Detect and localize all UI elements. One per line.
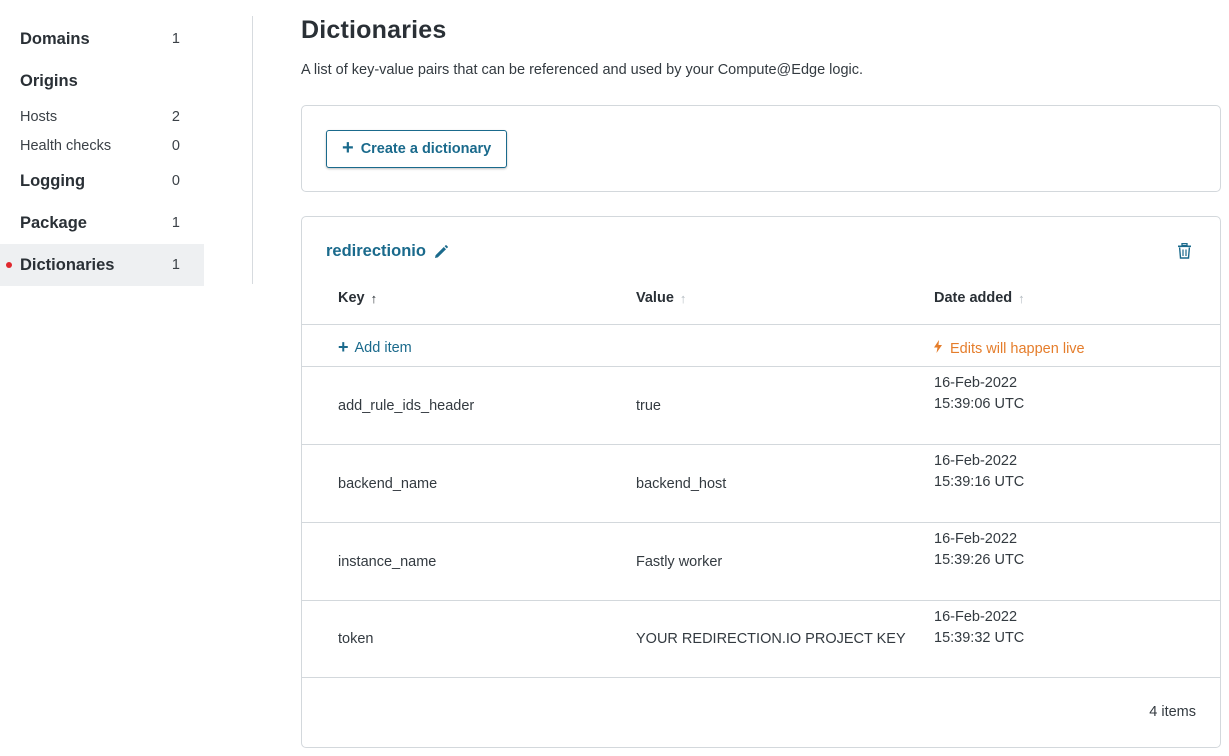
column-header-date-added[interactable]: Date added ↑ — [934, 290, 1025, 306]
sidebar-item-label: Logging — [20, 171, 86, 190]
edits-live-notice: Edits will happen live — [934, 340, 1085, 357]
date-text: 16-Feb-2022 — [934, 375, 1018, 391]
sidebar-item-count: 1 — [171, 215, 180, 231]
cell-key[interactable]: backend_name — [338, 476, 437, 492]
date-text: 16-Feb-2022 — [934, 531, 1018, 547]
plus-icon: + — [338, 337, 349, 357]
cell-date-added: 16-Feb-2022 15:39:26 UTC — [934, 529, 1024, 571]
row-divider — [302, 677, 1220, 678]
sidebar-item-count: 0 — [171, 173, 180, 189]
sidebar-item-label: Dictionaries — [20, 255, 115, 274]
cell-value[interactable]: YOUR REDIRECTION.IO PROJECT KEY — [636, 631, 906, 647]
create-dictionary-label: Create a dictionary — [360, 141, 492, 157]
sort-arrow-up-icon: ↑ — [370, 290, 378, 306]
row-divider — [302, 600, 1220, 601]
sidebar-item-package[interactable]: Package 1 — [0, 202, 204, 244]
cell-value[interactable]: true — [636, 398, 661, 414]
lightning-bolt-icon — [934, 340, 942, 357]
column-header-label: Date added — [934, 290, 1013, 306]
row-divider — [302, 522, 1220, 523]
dictionary-card: redirectionio Key ↑ Value ↑ Date added ↑… — [301, 216, 1221, 748]
time-text: 15:39:26 UTC — [934, 552, 1025, 568]
add-item-label: Add item — [354, 339, 412, 356]
sidebar-item-count: 1 — [171, 257, 180, 273]
column-header-label: Value — [636, 290, 674, 306]
sidebar-heading-origins: Origins — [20, 71, 78, 90]
items-count: 4 items — [1149, 704, 1196, 720]
page-description: A list of key-value pairs that can be re… — [301, 62, 864, 78]
column-header-value[interactable]: Value ↑ — [636, 290, 686, 306]
cell-date-added: 16-Feb-2022 15:39:32 UTC — [934, 607, 1024, 649]
create-dictionary-card: + Create a dictionary — [301, 105, 1221, 192]
cell-key[interactable]: add_rule_ids_header — [338, 398, 474, 414]
sidebar-item-domains[interactable]: Domains 1 — [0, 18, 204, 60]
cell-key[interactable]: instance_name — [338, 554, 436, 570]
sidebar-item-label: Package — [20, 213, 87, 232]
time-text: 15:39:06 UTC — [934, 396, 1025, 412]
trash-icon[interactable] — [1177, 243, 1192, 259]
dictionary-title: redirectionio — [326, 242, 448, 261]
sidebar-item-count: 2 — [171, 108, 180, 125]
sidebar-item-label: Hosts — [20, 108, 58, 125]
pencil-icon[interactable] — [434, 244, 448, 259]
page-title: Dictionaries — [301, 16, 447, 44]
sidebar-item-dictionaries[interactable]: Dictionaries 1 — [0, 244, 204, 286]
create-dictionary-button[interactable]: + Create a dictionary — [326, 130, 508, 168]
cell-date-added: 16-Feb-2022 15:39:06 UTC — [934, 373, 1024, 415]
time-text: 15:39:32 UTC — [934, 630, 1025, 646]
cell-date-added: 16-Feb-2022 15:39:16 UTC — [934, 451, 1024, 493]
sidebar-item-health-checks[interactable]: Health checks 0 — [0, 131, 204, 160]
sort-arrow-up-icon: ↑ — [679, 290, 687, 306]
column-header-label: Key — [338, 290, 365, 306]
sidebar-item-count: 0 — [171, 137, 180, 154]
edits-live-text: Edits will happen live — [950, 340, 1085, 357]
row-divider — [302, 324, 1220, 325]
time-text: 15:39:16 UTC — [934, 474, 1025, 490]
sidebar-item-count: 1 — [171, 31, 180, 47]
sidebar-divider — [252, 16, 253, 284]
row-divider — [302, 444, 1220, 445]
dictionary-name: redirectionio — [326, 242, 426, 260]
cell-value[interactable]: Fastly worker — [636, 554, 722, 570]
date-text: 16-Feb-2022 — [934, 609, 1018, 625]
sidebar-item-label: Health checks — [20, 137, 112, 154]
plus-icon: + — [342, 137, 354, 159]
sort-arrow-up-icon: ↑ — [1018, 290, 1025, 306]
sidebar-item-label: Domains — [20, 29, 90, 48]
column-header-key[interactable]: Key ↑ — [338, 290, 377, 306]
cell-value[interactable]: backend_host — [636, 476, 726, 492]
cell-key[interactable]: token — [338, 631, 373, 647]
row-divider — [302, 366, 1220, 367]
date-text: 16-Feb-2022 — [934, 453, 1018, 469]
sidebar-nav: Domains 1 Origins Hosts 2 Health checks … — [0, 18, 204, 286]
sidebar-item-logging[interactable]: Logging 0 — [0, 160, 204, 202]
active-indicator-dot — [6, 262, 12, 268]
sidebar-item-hosts[interactable]: Hosts 2 — [0, 102, 204, 131]
add-item-button[interactable]: + Add item — [338, 337, 412, 358]
